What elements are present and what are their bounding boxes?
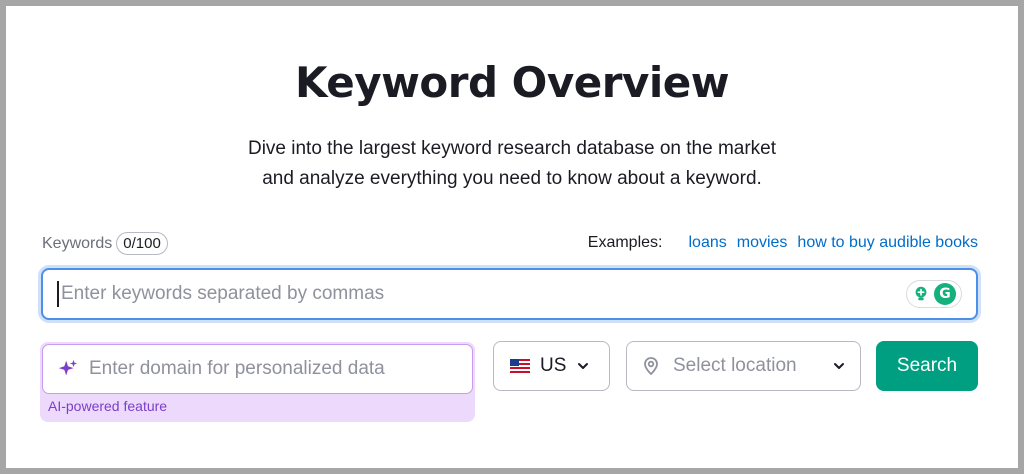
keywords-input[interactable] — [57, 281, 877, 307]
keyword-overview-panel: Keyword Overview Dive into the largest k… — [6, 6, 1018, 468]
domain-input-box — [42, 344, 473, 394]
subtitle-line-2: and analyze everything you need to know … — [262, 168, 762, 189]
us-flag-icon — [510, 359, 530, 373]
page-subtitle: Dive into the largest keyword research d… — [6, 134, 1018, 194]
examples-row: Examples: loans movies how to buy audibl… — [588, 234, 978, 252]
domain-ai-container: AI-powered feature — [40, 342, 475, 422]
subtitle-line-1: Dive into the largest keyword research d… — [247, 138, 777, 159]
page-title: Keyword Overview — [294, 58, 730, 107]
keywords-count-badge: 0/100 — [116, 232, 168, 255]
grammarly-widget[interactable]: G — [906, 280, 962, 308]
grammarly-icon: G — [934, 283, 956, 305]
lightbulb-icon — [915, 286, 927, 301]
country-value: US — [540, 355, 567, 376]
chevron-down-icon — [578, 363, 589, 369]
location-select[interactable]: Select location — [626, 341, 861, 391]
keywords-input-container: G — [41, 268, 978, 320]
example-link-loans[interactable]: loans — [688, 234, 726, 252]
domain-input[interactable] — [89, 358, 472, 380]
ai-feature-label: AI-powered feature — [48, 398, 168, 414]
country-select[interactable]: US — [493, 341, 610, 391]
keywords-label-row: Keywords 0/100 — [42, 232, 168, 255]
location-pin-icon — [644, 357, 658, 376]
location-placeholder: Select location — [673, 355, 797, 376]
example-link-audible-books[interactable]: how to buy audible books — [797, 234, 978, 252]
chevron-down-icon — [834, 363, 844, 369]
example-link-movies[interactable]: movies — [737, 234, 788, 252]
sparkle-icon — [58, 359, 78, 376]
search-button[interactable]: Search — [876, 341, 978, 391]
examples-label: Examples: — [587, 234, 663, 251]
keywords-label: Keywords — [42, 234, 113, 252]
